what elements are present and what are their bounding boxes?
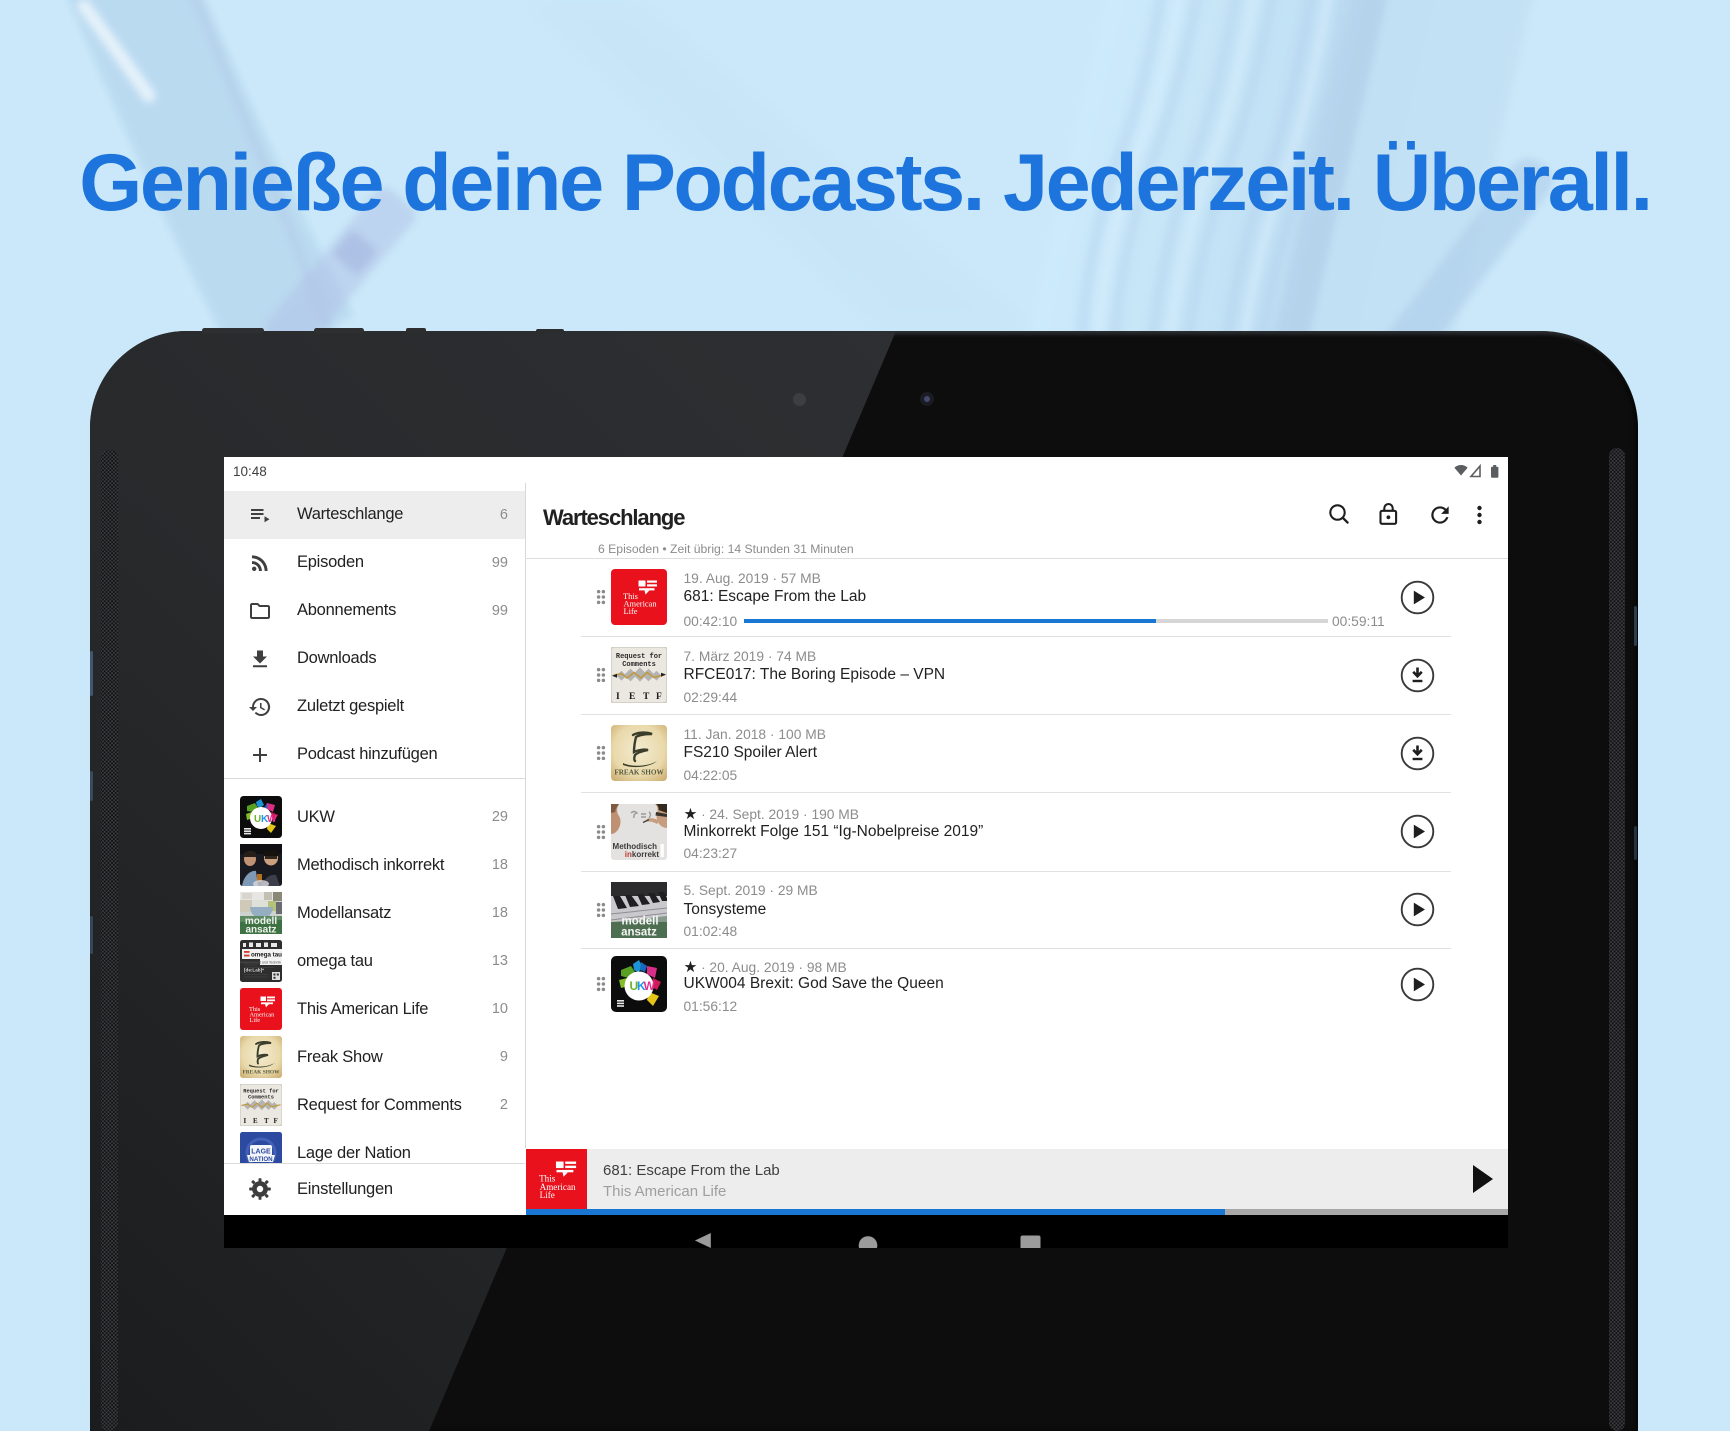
svg-text:Request for: Request for <box>615 653 661 661</box>
svg-text:inkorrekt: inkorrekt <box>624 850 659 859</box>
svg-text:F: F <box>656 692 662 702</box>
svg-text:T: T <box>643 692 650 702</box>
svg-text:F: F <box>274 1117 278 1125</box>
svg-text:Comments: Comments <box>622 661 656 669</box>
svg-text:Life: Life <box>623 607 637 616</box>
svg-text:LAGE: LAGE <box>251 1149 271 1156</box>
svg-text:NATION: NATION <box>249 1156 273 1163</box>
svg-text:W: W <box>643 979 655 993</box>
svg-text:Life: Life <box>539 1190 554 1200</box>
svg-text:FREAK SHOW: FREAK SHOW <box>243 1070 281 1076</box>
svg-text:W: W <box>267 814 277 825</box>
svg-text:T: T <box>264 1117 269 1125</box>
svg-text:omega tau: omega tau <box>251 951 282 958</box>
svg-text:E: E <box>629 692 635 702</box>
svg-text:[de:Lab]*: [de:Lab]* <box>244 968 264 973</box>
svg-text:I: I <box>616 692 620 702</box>
svg-text:FREAK SHOW: FREAK SHOW <box>614 769 664 777</box>
svg-text:Comments: Comments <box>248 1095 274 1101</box>
svg-text:ansatz: ansatz <box>245 925 276 935</box>
svg-text:ansatz: ansatz <box>621 926 657 938</box>
svg-text:I: I <box>244 1117 247 1125</box>
svg-text:Life: Life <box>250 1017 261 1024</box>
svg-text:E: E <box>253 1117 258 1125</box>
